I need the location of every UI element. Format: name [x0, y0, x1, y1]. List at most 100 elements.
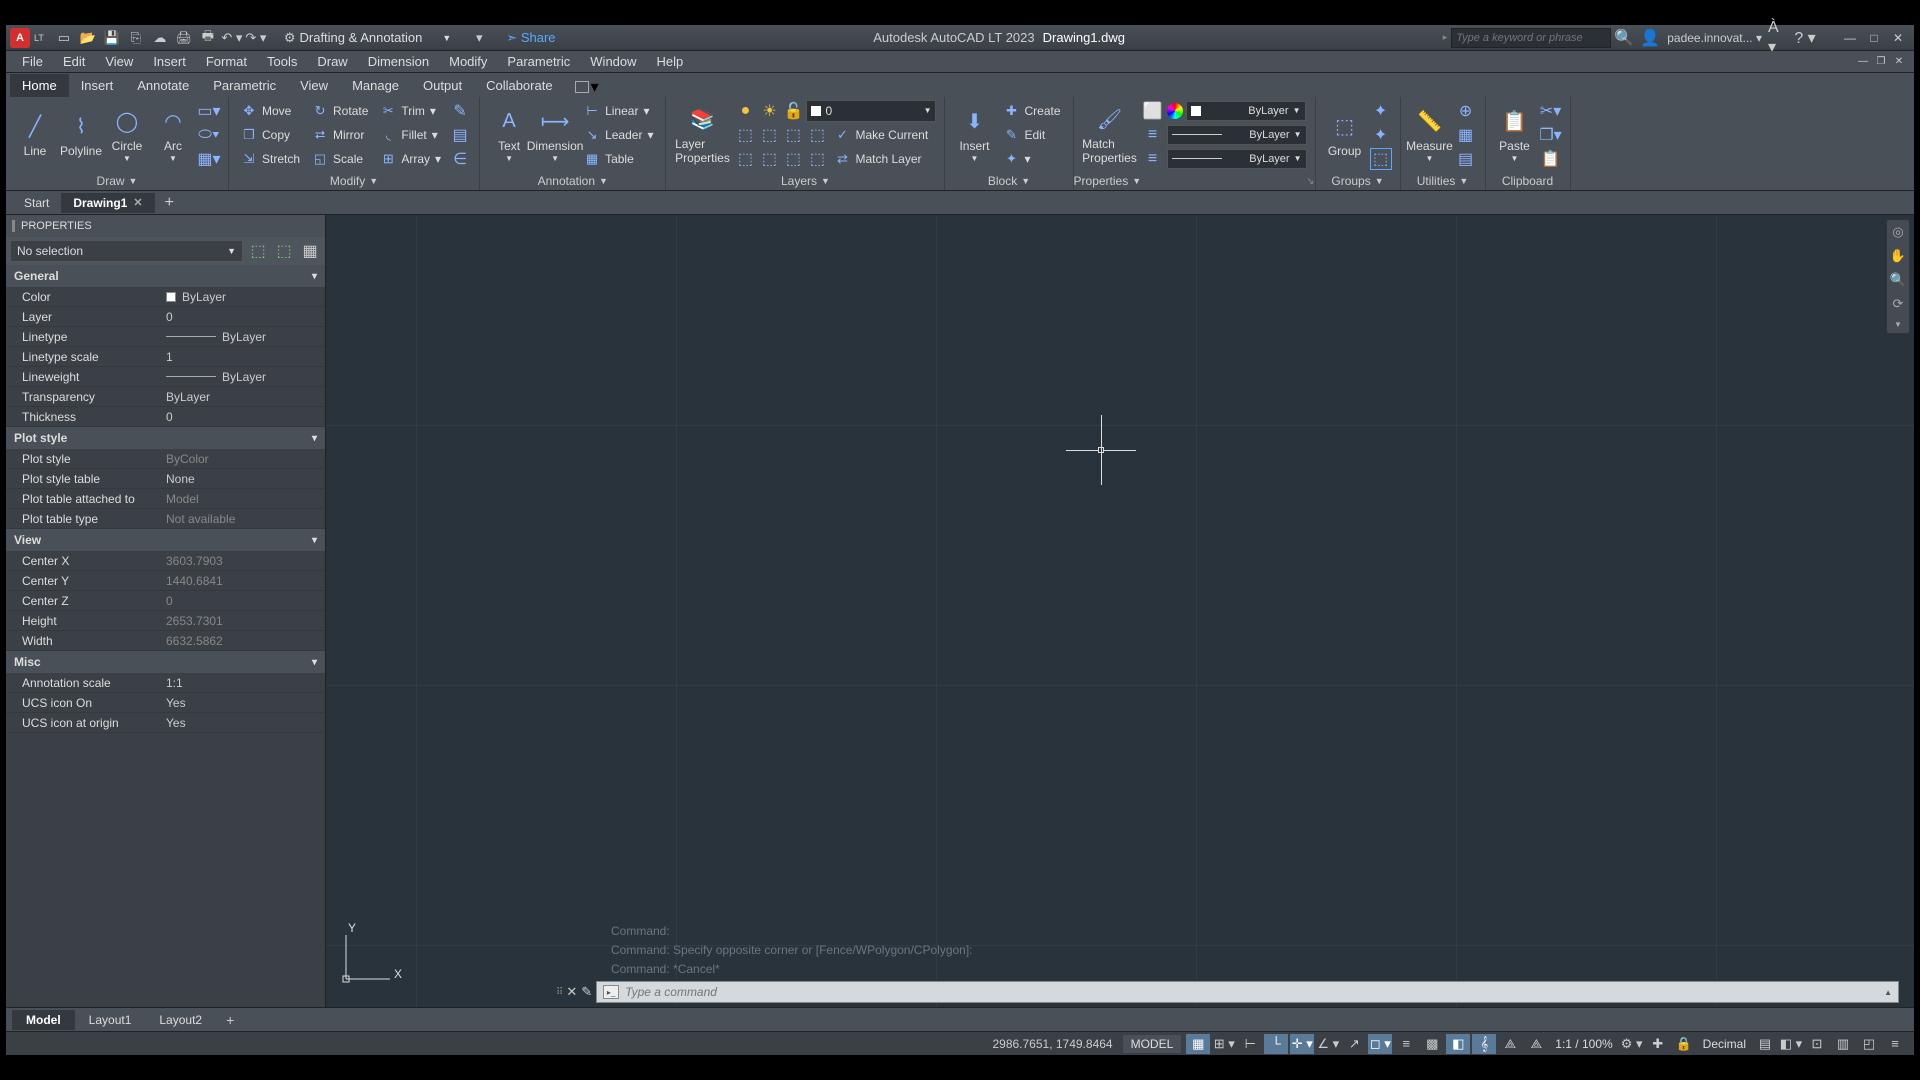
menu-dimension[interactable]: Dimension	[358, 52, 439, 71]
menu-file[interactable]: File	[12, 52, 53, 71]
scale-button[interactable]: ◱Scale	[308, 148, 372, 170]
ortho-toggle-icon[interactable]: └	[1264, 1034, 1288, 1054]
help-icon[interactable]: ? ▾	[1794, 27, 1816, 49]
trim-button[interactable]: ✂Trim ▾	[376, 100, 445, 122]
layer-freeze-icon[interactable]: ☀	[758, 100, 780, 122]
leader-button[interactable]: ↘Leader ▾	[580, 124, 657, 146]
menu-parametric[interactable]: Parametric	[497, 52, 580, 71]
prop-ucs-on[interactable]: UCS icon OnYes	[6, 693, 325, 713]
tab-start[interactable]: Start	[12, 193, 61, 213]
layout-model[interactable]: Model	[12, 1010, 75, 1030]
ellipse-icon[interactable]: ⬭▾	[198, 124, 220, 146]
annomon-toggle-icon[interactable]: 𝄞	[1472, 1034, 1496, 1054]
cat-plotstyle[interactable]: Plot style▾	[6, 427, 325, 449]
menu-modify[interactable]: Modify	[439, 52, 497, 71]
snap-toggle-icon[interactable]: ⊞ ▾	[1212, 1034, 1236, 1054]
ribbon-appearance-button[interactable]: ▾	[575, 77, 599, 97]
lock-ui-icon[interactable]: 🔒	[1672, 1034, 1696, 1054]
menu-view[interactable]: View	[95, 52, 143, 71]
print-icon[interactable]: 🖶	[197, 27, 219, 49]
clean-screen-icon[interactable]: ◰	[1857, 1034, 1881, 1054]
layer-combo[interactable]: 0▼	[806, 100, 936, 122]
customize-status-icon[interactable]: ≡	[1883, 1034, 1907, 1054]
prop-ltscale[interactable]: Linetype scale1	[6, 347, 325, 367]
web-open-icon[interactable]: ☁	[149, 27, 171, 49]
hatch-icon[interactable]: ▦▾	[198, 148, 220, 170]
tab-annotate[interactable]: Annotate	[125, 74, 201, 97]
autoscale-toggle-icon[interactable]: ⟁	[1498, 1034, 1522, 1054]
plot-icon[interactable]: 🖨	[173, 27, 195, 49]
rotate-button[interactable]: ↻Rotate	[308, 100, 372, 122]
user-label[interactable]: padee.innovat... ▾	[1667, 31, 1762, 45]
tab-home[interactable]: Home	[10, 74, 69, 97]
autodesk-app-icon[interactable]: À ▾	[1768, 27, 1790, 49]
quick-props-icon[interactable]: ▤	[1753, 1034, 1777, 1054]
cmd-grip-icon[interactable]: ⠿	[556, 987, 562, 998]
lineweight-icon[interactable]: ≡	[1142, 124, 1164, 146]
graphics-icon[interactable]: ◧ ▾	[1779, 1034, 1803, 1054]
menu-tools[interactable]: Tools	[257, 52, 307, 71]
search-icon[interactable]: 🔍	[1613, 27, 1635, 49]
prop-plotstyle-table[interactable]: Plot style tableNone	[6, 469, 325, 489]
layer-bulb-icon[interactable]: ●	[734, 100, 756, 122]
layer-frz-icon[interactable]: ⬚	[782, 124, 804, 146]
isolate-icon[interactable]: ⊡	[1805, 1034, 1829, 1054]
array-button[interactable]: ⊞Array ▾	[376, 148, 445, 170]
layer-unlck-icon[interactable]: ⬚	[806, 148, 828, 170]
menu-draw[interactable]: Draw	[307, 52, 357, 71]
group-edit-icon[interactable]: ✦	[1370, 124, 1392, 146]
menu-help[interactable]: Help	[647, 52, 694, 71]
prop-width[interactable]: Width6632.5862	[6, 631, 325, 651]
arc-button[interactable]: ◠Arc▼	[150, 100, 196, 170]
cycling-toggle-icon[interactable]: ◧	[1446, 1034, 1470, 1054]
otrack-toggle-icon[interactable]: ↗	[1342, 1034, 1366, 1054]
cmd-close-icon[interactable]: ✕	[566, 984, 577, 1000]
block-attr-button[interactable]: ✦▾	[999, 148, 1064, 170]
layer-off-icon[interactable]: ⬚	[734, 124, 756, 146]
color-wheel-icon[interactable]: ⬜	[1142, 100, 1164, 122]
cat-misc[interactable]: Misc▾	[6, 651, 325, 673]
linear-button[interactable]: ⊢Linear ▾	[580, 100, 657, 122]
annotation-plus-icon[interactable]: ✚	[1646, 1034, 1670, 1054]
fillet-button[interactable]: ◟Fillet ▾	[376, 124, 445, 146]
grid-toggle-icon[interactable]: ▦	[1186, 1034, 1210, 1054]
osnap-toggle-icon[interactable]: ◻ ▾	[1368, 1034, 1392, 1054]
mdi-minimize-button[interactable]: —	[1854, 54, 1872, 70]
prop-transparency[interactable]: TransparencyByLayer	[6, 387, 325, 407]
close-tab-icon[interactable]: ✕	[133, 196, 142, 209]
paste-spec-icon[interactable]: 📋	[1540, 148, 1562, 170]
stretch-button[interactable]: ⇲Stretch	[237, 148, 304, 170]
group-button[interactable]: ⬚Group	[1322, 100, 1368, 170]
util-2-icon[interactable]: ▦	[1455, 124, 1477, 146]
new-tab-button[interactable]: +	[155, 194, 184, 212]
prop-layer[interactable]: Layer0	[6, 307, 325, 327]
menu-format[interactable]: Format	[196, 52, 257, 71]
redo-icon[interactable]: ↷ ▾	[245, 27, 267, 49]
mdi-close-button[interactable]: ✕	[1890, 54, 1908, 70]
prop-linetype[interactable]: LinetypeByLayer	[6, 327, 325, 347]
ws-gear-icon[interactable]: ⚙ ▾	[1620, 1034, 1644, 1054]
layer-lck-icon[interactable]: ⬚	[806, 124, 828, 146]
new-icon[interactable]: ▭	[53, 27, 75, 49]
util-3-icon[interactable]: ▤	[1455, 148, 1477, 170]
open-icon[interactable]: 📂	[77, 27, 99, 49]
color-combo[interactable]: ByLayer▼	[1186, 101, 1306, 121]
copy-button[interactable]: ❐Copy	[237, 124, 304, 146]
user-icon[interactable]: 👤	[1639, 27, 1661, 49]
qat-dropdown-icon[interactable]: ▾	[468, 27, 490, 49]
insert-button[interactable]: ⬇Insert▼	[951, 100, 997, 170]
measure-button[interactable]: 📏Measure▼	[1407, 100, 1453, 170]
cat-view[interactable]: View▾	[6, 529, 325, 551]
match-properties-button[interactable]: 🖌Match Properties	[1080, 100, 1140, 170]
undo-icon[interactable]: ↶ ▾	[221, 27, 243, 49]
prop-center-z[interactable]: Center Z0	[6, 591, 325, 611]
quick-select-icon[interactable]: ⬚	[247, 240, 269, 262]
annoscale-icon[interactable]: ⟁	[1524, 1034, 1548, 1054]
layer-properties-button[interactable]: 📚Layer Properties	[672, 100, 732, 170]
polar-toggle-icon[interactable]: ✛ ▾	[1290, 1034, 1314, 1054]
prop-height[interactable]: Height2653.7301	[6, 611, 325, 631]
model-paper-toggle[interactable]: MODEL	[1123, 1035, 1182, 1053]
lineweight-combo[interactable]: ByLayer▼	[1167, 125, 1307, 145]
erase-icon[interactable]: ✎	[449, 100, 471, 122]
cat-general[interactable]: General▾	[6, 265, 325, 287]
